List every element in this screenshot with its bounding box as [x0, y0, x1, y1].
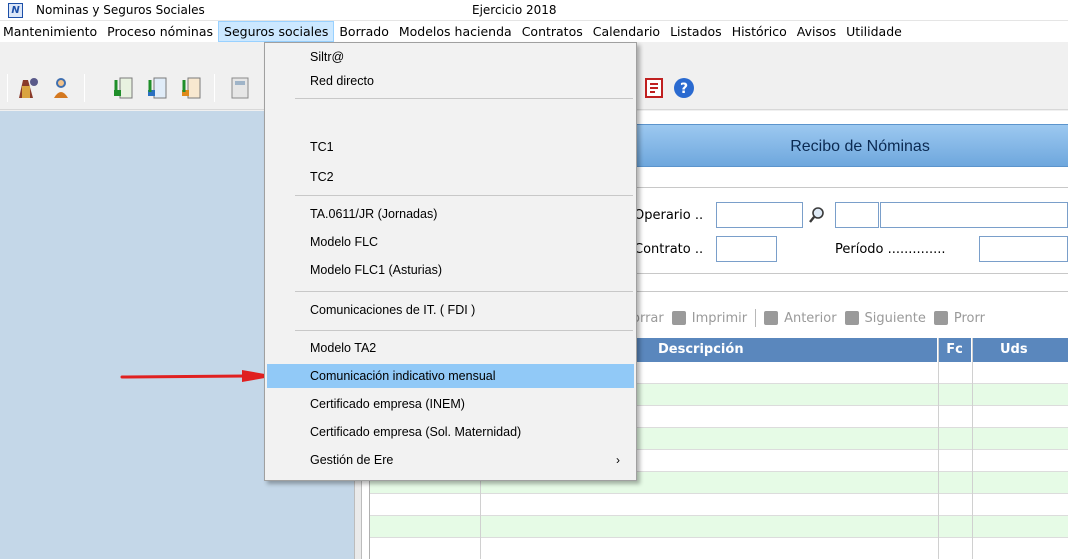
menu-item-modelo-flc[interactable]: Modelo FLC	[267, 230, 634, 254]
app-logo-icon: N	[8, 3, 23, 18]
exit-blue-icon[interactable]	[146, 76, 170, 100]
menu-item-certificado-inem[interactable]: Certificado empresa (INEM)	[267, 392, 634, 416]
worker-icon[interactable]	[49, 76, 73, 100]
menu-listados[interactable]: Listados	[665, 21, 727, 42]
red-arrow-icon	[120, 370, 276, 382]
menu-modelos-hacienda[interactable]: Modelos hacienda	[394, 21, 517, 42]
title-bar: N Nominas y Seguros Sociales Ejercicio 2…	[0, 0, 1068, 21]
calculator-icon[interactable]	[228, 76, 252, 100]
operario-code-input[interactable]	[716, 202, 803, 228]
prorrata-icon	[933, 311, 948, 325]
operario-id-input[interactable]	[835, 202, 879, 228]
menu-separator	[295, 98, 633, 99]
menu-avisos[interactable]: Avisos	[792, 21, 841, 42]
grid-header-fc[interactable]: Fc	[938, 338, 972, 362]
menu-item-gestion-ere[interactable]: Gestión de Ere ›	[267, 448, 634, 472]
menu-separator	[295, 195, 633, 196]
menu-bar: Mantenimiento Proceso nóminas Seguros so…	[0, 21, 1068, 42]
menu-mantenimiento[interactable]: Mantenimiento	[0, 21, 102, 42]
menu-item-label: Gestión de Ere	[310, 453, 394, 467]
menu-item-modelo-flc1[interactable]: Modelo FLC1 (Asturias)	[267, 258, 634, 282]
report-icon[interactable]	[642, 76, 666, 100]
action-separator	[755, 309, 757, 327]
toolbar-separator	[7, 74, 8, 102]
exit-orange-icon[interactable]	[180, 76, 204, 100]
menu-item-comunicacion-indicativo[interactable]: Comunicación indicativo mensual	[267, 364, 634, 388]
operario-name-input[interactable]	[880, 202, 1068, 228]
menu-item-red-directo[interactable]: Red directo	[267, 69, 634, 93]
menu-item-tc1[interactable]: TC1	[267, 135, 634, 159]
contrato-label: Contrato ..	[634, 242, 704, 257]
printer-icon	[671, 311, 686, 325]
menu-item-tc2[interactable]: TC2	[267, 165, 634, 189]
svg-text:?: ?	[680, 81, 688, 97]
grid-header-uds[interactable]: Uds	[972, 338, 1068, 362]
menu-seguros-sociales[interactable]: Seguros sociales	[218, 21, 335, 42]
search-icon[interactable]	[808, 206, 826, 224]
menu-item-ta0611[interactable]: TA.0611/JR (Jornadas)	[267, 202, 634, 226]
menu-item-modelo-ta2[interactable]: Modelo TA2	[267, 336, 634, 360]
menu-separator	[295, 330, 633, 331]
seguros-sociales-dropdown: Siltr@ Red directo TC1 TC2 TA.0611/JR (J…	[264, 42, 637, 481]
previous-icon	[764, 311, 779, 325]
grid-column-line	[972, 338, 973, 559]
menu-calendario[interactable]: Calendario	[588, 21, 665, 42]
anterior-button[interactable]: Anterior	[764, 311, 837, 326]
toolbar-separator	[214, 74, 215, 102]
prorrata-button[interactable]: Prorr	[933, 311, 985, 326]
fiscal-year: Ejercicio 2018	[472, 3, 557, 17]
next-icon	[844, 311, 859, 325]
record-actions: orrar Imprimir Anterior Siguiente Prorr	[632, 306, 993, 330]
window-title: Nominas y Seguros Sociales	[36, 3, 205, 17]
menu-item-siltra[interactable]: Siltr@	[267, 45, 634, 69]
menu-contratos[interactable]: Contratos	[517, 21, 588, 42]
menu-item-certificado-maternidad[interactable]: Certificado empresa (Sol. Maternidad)	[267, 420, 634, 444]
table-row[interactable]	[370, 538, 1068, 559]
periodo-input[interactable]	[979, 236, 1068, 262]
menu-utilidades[interactable]: Utilidade	[841, 21, 907, 42]
grid-column-line	[938, 338, 939, 559]
company-icon[interactable]	[16, 76, 40, 100]
chevron-right-icon: ›	[616, 453, 620, 467]
menu-historico[interactable]: Histórico	[727, 21, 792, 42]
menu-proceso-nominas[interactable]: Proceso nóminas	[102, 21, 218, 42]
exit-green-icon[interactable]	[112, 76, 136, 100]
menu-separator	[295, 291, 633, 292]
menu-borrado[interactable]: Borrado	[334, 21, 394, 42]
menu-item-comunicaciones-it[interactable]: Comunicaciones de IT. ( FDI )	[267, 298, 634, 322]
toolbar-separator	[84, 74, 85, 102]
periodo-label: Período ..............	[835, 242, 946, 257]
operario-label: Operario ..	[634, 208, 704, 223]
table-row[interactable]	[370, 516, 1068, 538]
contrato-input[interactable]	[716, 236, 777, 262]
table-row[interactable]	[370, 494, 1068, 516]
help-icon[interactable]: ?	[672, 76, 696, 100]
siguiente-button[interactable]: Siguiente	[844, 311, 926, 326]
imprimir-button[interactable]: Imprimir	[671, 311, 747, 326]
